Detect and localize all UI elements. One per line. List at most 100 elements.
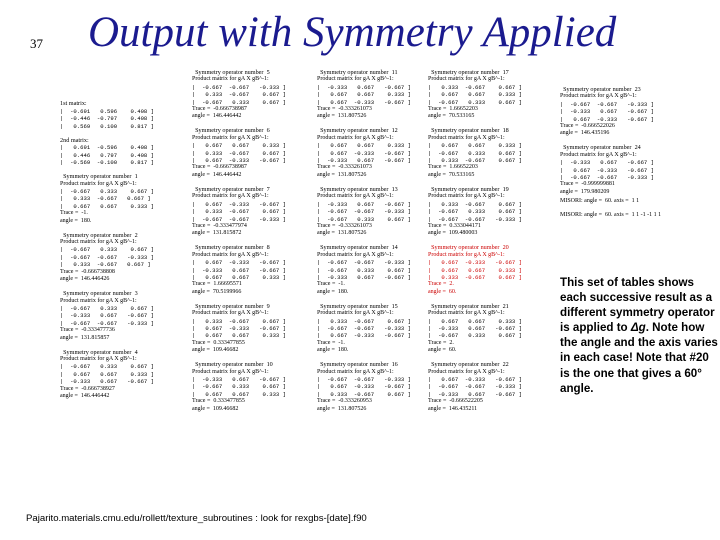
symmetry-operator-block: Symmetry operator number 20 Product matri… — [428, 244, 556, 296]
matrix-row: | -0.667 0.333 0.667 ] — [428, 149, 522, 157]
angle-value: angle = 180. — [317, 288, 349, 295]
matrix-row: | -0.333 0.667 -0.667 ] — [317, 273, 411, 281]
angle-value: angle = 131.807526 — [317, 113, 367, 120]
trace-value: Trace = -0.333260953 — [317, 398, 372, 405]
matrix-row: | 0.667 0.667 0.333 ] — [60, 370, 154, 378]
angle-value: angle = 179.980209 — [560, 188, 610, 195]
matrix-row: | -0.333 0.667 -0.667 ] — [428, 390, 522, 398]
matrix-row: | 0.667 -0.333 -0.667 ] — [317, 332, 411, 340]
angle-value: angle = 146.446442 — [192, 171, 242, 178]
angle-value: angle = 146.435196 — [560, 130, 610, 137]
angle-value: angle = 180. — [60, 217, 92, 224]
matrix-row: | 0.333 -0.667 0.667 ] — [60, 195, 151, 203]
matrix-row: | -0.333 0.667 -0.667 ] — [317, 157, 411, 165]
matrix-row: | 0.667 -0.333 -0.667 ] — [560, 166, 654, 174]
trace-value: Trace = -0.333261073 — [317, 106, 372, 113]
matrix-row: | -0.667 -0.667 -0.333 ] — [317, 376, 411, 383]
footer-url: Pajarito.materials.cmu.edu/rollett/textu… — [26, 513, 367, 524]
operator-heading: Symmetry operator number 18 — [428, 127, 509, 135]
angle-value: angle = 131.815872 — [192, 230, 242, 237]
matrix-row: | -0.667 -0.667 -0.333 ] — [192, 83, 286, 91]
matrix-row: | 0.667 0.667 0.333 ] — [428, 317, 522, 325]
operator-heading: Symmetry operator number 1 — [60, 173, 138, 181]
matrix-row: | 0.667 0.667 0.333 ] — [192, 142, 286, 150]
misori-line: MISORI: angle = 60. axis = 1 1 — [560, 197, 640, 204]
matrix-row: | 0.667 0.667 0.333 ] — [428, 142, 522, 150]
product-matrix-label: Product matrix for gA X gB^-1: — [428, 134, 505, 141]
operator-column-2: Symmetry operator number 5 Product matrix… — [192, 69, 314, 420]
matrix-row: | 0.667 0.667 0.333 ] — [192, 390, 286, 398]
matrix-row: | 0.667 -0.333 -0.667 ] — [317, 98, 411, 106]
product-matrix-label: Product matrix for gA X gB^-1: — [560, 151, 637, 158]
matrix-row: | 0.667 0.667 0.333 ] — [192, 273, 286, 281]
trace-value: Trace = -0.333477736 — [60, 327, 115, 334]
product-matrix-label: Product matrix for gA X gB^-1: — [317, 310, 394, 317]
product-matrix-label: Product matrix for gA X gB^-1: — [317, 76, 394, 83]
angle-value: angle = 131.807526 — [317, 405, 367, 412]
trace-value: Trace = 1.66652203 — [428, 164, 478, 171]
trace-value: Trace = -0.666738927 — [60, 385, 115, 392]
product-matrix-label: Product matrix for gA X gB^-1: — [60, 239, 137, 246]
lead-matrix-block: 2nd matrix: | 0.691 -0.596 0.408 ] | 0.446… — [60, 137, 188, 167]
symmetry-operator-block: Symmetry operator number 6 Product matrix… — [192, 127, 314, 179]
symmetry-operator-block: Symmetry operator number 24 Product matri… — [560, 144, 718, 196]
trace-value: Trace = -0.333477974 — [192, 222, 247, 229]
matrix-row: | 0.667 -0.333 -0.667 ] — [192, 324, 286, 332]
product-matrix-label: Product matrix for gA X gB^-1: — [60, 355, 137, 362]
slide-canvas: 37 Output with Symmetry Applied 1st matr… — [0, 0, 720, 540]
angle-value: angle = 146.446426 — [60, 276, 110, 283]
trace-value: Trace = -0.666522205 — [428, 398, 483, 405]
operator-heading: Symmetry operator number 20 — [428, 244, 509, 252]
matrix-row: | 0.667 -0.333 -0.667 ] — [192, 259, 286, 267]
symmetry-operator-block: Symmetry operator number 18 Product matri… — [428, 127, 556, 179]
symmetry-operator-block: Symmetry operator number 15 Product matri… — [317, 303, 439, 355]
trace-value: Trace = -0.999999881 — [560, 181, 615, 188]
product-matrix-label: Product matrix for gA X gB^-1: — [192, 134, 269, 141]
matrix-row: | 0.333 -0.667 0.667 ] — [428, 83, 522, 91]
angle-value: angle = 131.815857 — [60, 334, 110, 341]
angle-value: angle = 131.807526 — [317, 171, 367, 178]
page-title: Output with Symmetry Applied — [88, 9, 617, 56]
matrix-row: | -0.667 -0.667 -0.333 ] — [428, 383, 522, 391]
matrix-row: | -0.667 -0.667 -0.333 ] — [60, 319, 154, 327]
operator-column-5: Symmetry operator number 23 Product matri… — [560, 86, 718, 220]
symmetry-operator-block: Symmetry operator number 14 Product matri… — [317, 244, 439, 296]
symmetry-operator-block: Symmetry operator number 2 Product matrix… — [60, 232, 188, 284]
matrix-row: | 0.333 -0.667 0.667 ] — [60, 261, 151, 269]
matrix-row: | -0.667 0.333 0.667 ] — [428, 208, 522, 216]
angle-value: angle = 146.435211 — [428, 405, 478, 412]
trace-value: Trace = -1. — [317, 281, 345, 288]
product-matrix-label: Product matrix for gA X gB^-1: — [192, 193, 269, 200]
trace-value: Trace = 1.66695571 — [192, 281, 242, 288]
trace-value: Trace = -0.666738808 — [60, 268, 115, 275]
operator-heading: Symmetry operator number 8 — [192, 244, 270, 252]
symmetry-operator-block: Symmetry operator number 13 Product matri… — [317, 186, 439, 238]
angle-value: angle = 146.446442 — [60, 392, 110, 399]
matrix-row: | -0.667 0.333 0.667 ] — [192, 98, 286, 106]
matrix-row: | 0.333 -0.667 0.667 ] — [317, 390, 411, 398]
matrix-row: | -0.667 -0.667 -0.333 ] — [560, 174, 654, 182]
trace-value: Trace = 1.66652203 — [428, 106, 478, 113]
matrix-row: | 0.691 -0.596 0.408 ] — [60, 144, 154, 152]
product-matrix-label: Product matrix for gA X gB^-1: — [192, 310, 269, 317]
misori-line: MISORI: angle = 60. axis = 1 1 -1 -1 1 1 — [560, 212, 662, 219]
symmetry-operator-block: Symmetry operator number 12 Product matri… — [317, 127, 439, 179]
matrix-row: | -0.667 0.333 0.667 ] — [317, 215, 411, 223]
product-matrix-label: Product matrix for gA X gB^-1: — [317, 134, 394, 141]
product-matrix-label: Product matrix for gA X gB^-1: — [317, 368, 394, 375]
product-matrix-label: Product matrix for gA X gB^-1: — [428, 76, 505, 83]
operator-heading: Symmetry operator number 10 — [192, 361, 273, 369]
symmetry-operator-block: Symmetry operator number 19 Product matri… — [428, 186, 556, 238]
matrix-row: | 0.667 0.667 0.333 ] — [192, 332, 286, 340]
matrix-row: | 0.667 -0.333 -0.667 ] — [428, 259, 522, 267]
product-matrix-label: Product matrix for gA X gB^-1: — [428, 251, 505, 258]
operator-column-1: 1st matrix: | -0.691 0.596 0.408 ] | -0.44… — [60, 100, 188, 407]
matrix-row: | -0.667 -0.667 -0.333 ] — [317, 259, 411, 267]
symmetry-operator-block: Symmetry operator number 7 Product matrix… — [192, 186, 314, 238]
matrix-row: | 0.333 -0.667 0.667 ] — [428, 157, 522, 165]
matrix-row: | -0.667 0.333 0.667 ] — [60, 304, 154, 312]
matrix-row: | -0.569 -0.100 0.817 ] — [60, 159, 154, 167]
matrix-row: | -0.667 -0.667 -0.333 ] — [317, 324, 411, 332]
matrix-row: | -0.333 0.667 -0.667 ] — [60, 312, 154, 320]
angle-value: angle = 60. — [428, 347, 457, 354]
